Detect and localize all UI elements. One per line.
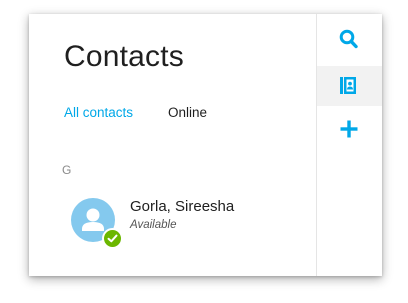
skype-window: Contacts All contacts Online G Gorla, Si… [29,14,382,276]
tab-online[interactable]: Online [168,105,207,120]
presence-available-badge [102,228,123,249]
contacts-button[interactable] [317,66,382,106]
contact-status: Available [130,219,177,231]
search-button[interactable] [317,20,382,60]
contacts-book-icon [340,77,356,94]
group-header: G [62,163,72,177]
add-icon [340,120,358,138]
add-button[interactable] [317,110,382,150]
page-title: Contacts [64,40,184,73]
side-rail [317,14,382,276]
tab-all-contacts[interactable]: All contacts [64,105,133,120]
contacts-panel: Contacts All contacts Online G Gorla, Si… [29,14,316,276]
contact-list-item[interactable]: Gorla, Sireesha Available [64,196,294,249]
search-icon [339,29,358,49]
contact-name: Gorla, Sireesha [130,198,235,215]
checkmark-icon [107,234,118,243]
